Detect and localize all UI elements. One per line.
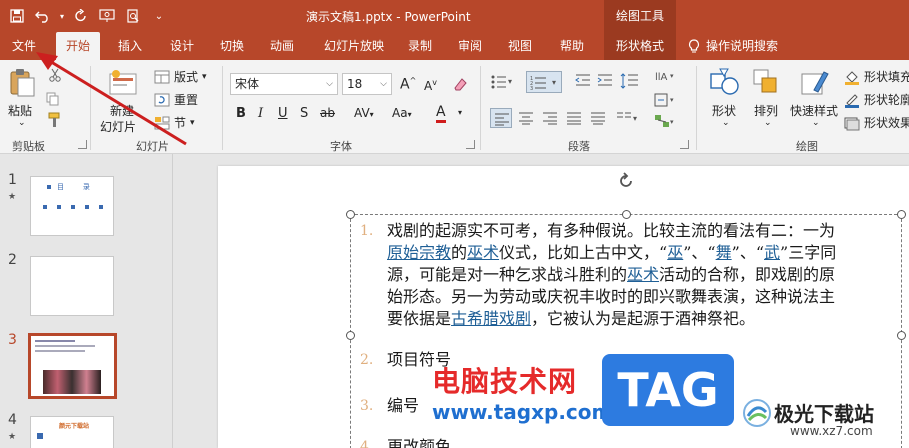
annotation-arrow <box>36 52 187 146</box>
